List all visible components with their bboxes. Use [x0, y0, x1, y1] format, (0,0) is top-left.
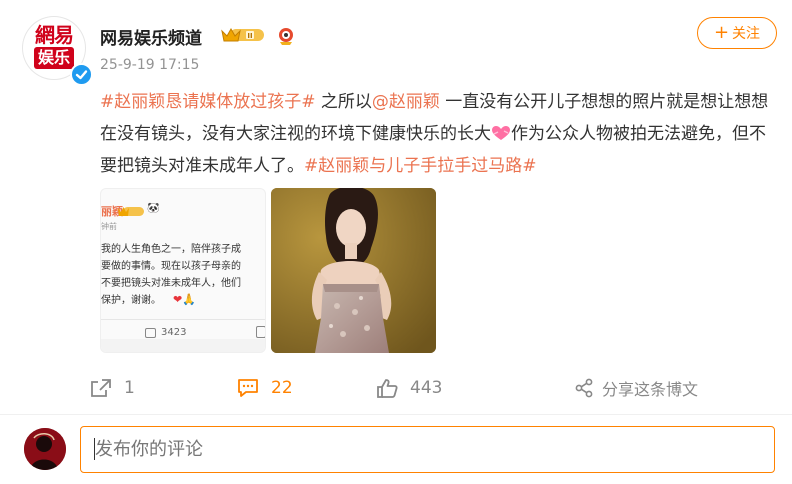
post-content: #赵丽颖恳请媒体放过孩子# 之所以@赵丽颖 一直没有公开儿子想想的照片就是想让想… [100, 86, 782, 182]
comment-button[interactable]: 22 [237, 375, 293, 401]
avatar-logo-text: 網易 [35, 23, 74, 47]
crown-badge-icon: II [220, 25, 266, 45]
follow-button[interactable]: + 关注 [697, 17, 777, 49]
current-user-avatar[interactable] [24, 428, 66, 470]
repost-label: 分享这条博文 [602, 380, 699, 399]
content-text: 之所以 [315, 92, 372, 112]
avatar-logo-badge: 娱乐 [34, 47, 74, 69]
text-caret [94, 438, 95, 460]
plus-icon: + [713, 22, 730, 43]
comment-icon [145, 328, 156, 338]
mention-link[interactable]: @赵丽颖 [372, 92, 440, 112]
heart-pray-emoji-icon: ❤🙏 [173, 293, 196, 306]
author-name[interactable]: 网易娱乐频道 [100, 24, 202, 49]
image-text-line: 我的人生角色之一，陪伴孩子成 [101, 244, 241, 255]
repost-icon [574, 378, 594, 398]
like-icon [256, 326, 265, 338]
post-image-screenshot[interactable]: 丽颖 🐼 钟前 我的人生角色之一，陪伴孩子成 要做的事情。现在以孩子母亲的 不要… [100, 188, 266, 353]
like-count: 443 [410, 378, 443, 398]
comment-input[interactable] [81, 427, 774, 472]
comment-count: 22 [271, 378, 293, 398]
section-divider [0, 414, 792, 415]
hashtag-link[interactable]: #赵丽颖与儿子手拉手过马路# [304, 156, 537, 176]
mascot-icon [276, 24, 296, 46]
comment-icon [237, 378, 259, 398]
like-button[interactable]: 443 [376, 375, 442, 401]
share-icon [90, 378, 112, 398]
panda-emoji-icon: 🐼 [147, 203, 160, 214]
verified-icon [70, 63, 93, 86]
post-timestamp: 25-9-19 17:15 [100, 57, 200, 73]
heart-emoji-icon [491, 120, 511, 140]
crown-badge-icon [117, 203, 145, 216]
image-divider [101, 319, 265, 320]
svg-text:II: II [247, 32, 252, 40]
image-footer [101, 339, 265, 352]
like-icon [376, 378, 398, 398]
comment-input-box[interactable] [80, 426, 775, 473]
hashtag-link[interactable]: #赵丽颖恳请媒体放过孩子# [100, 92, 316, 112]
image-text-line: 不要把镜头对准未成年人，他们 [101, 278, 241, 289]
follow-label: 关注 [732, 26, 761, 42]
share-button[interactable]: 1 [90, 375, 135, 401]
woman-photo-illustration [271, 188, 436, 353]
share-count: 1 [124, 378, 135, 398]
image-comment-count: 3423 [161, 327, 187, 338]
repost-button[interactable]: 分享这条博文 [574, 375, 698, 401]
image-time-fragment: 钟前 [101, 222, 117, 231]
image-text-line: 要做的事情。现在以孩子母亲的 [101, 261, 241, 272]
post-image-photo[interactable] [271, 188, 436, 353]
